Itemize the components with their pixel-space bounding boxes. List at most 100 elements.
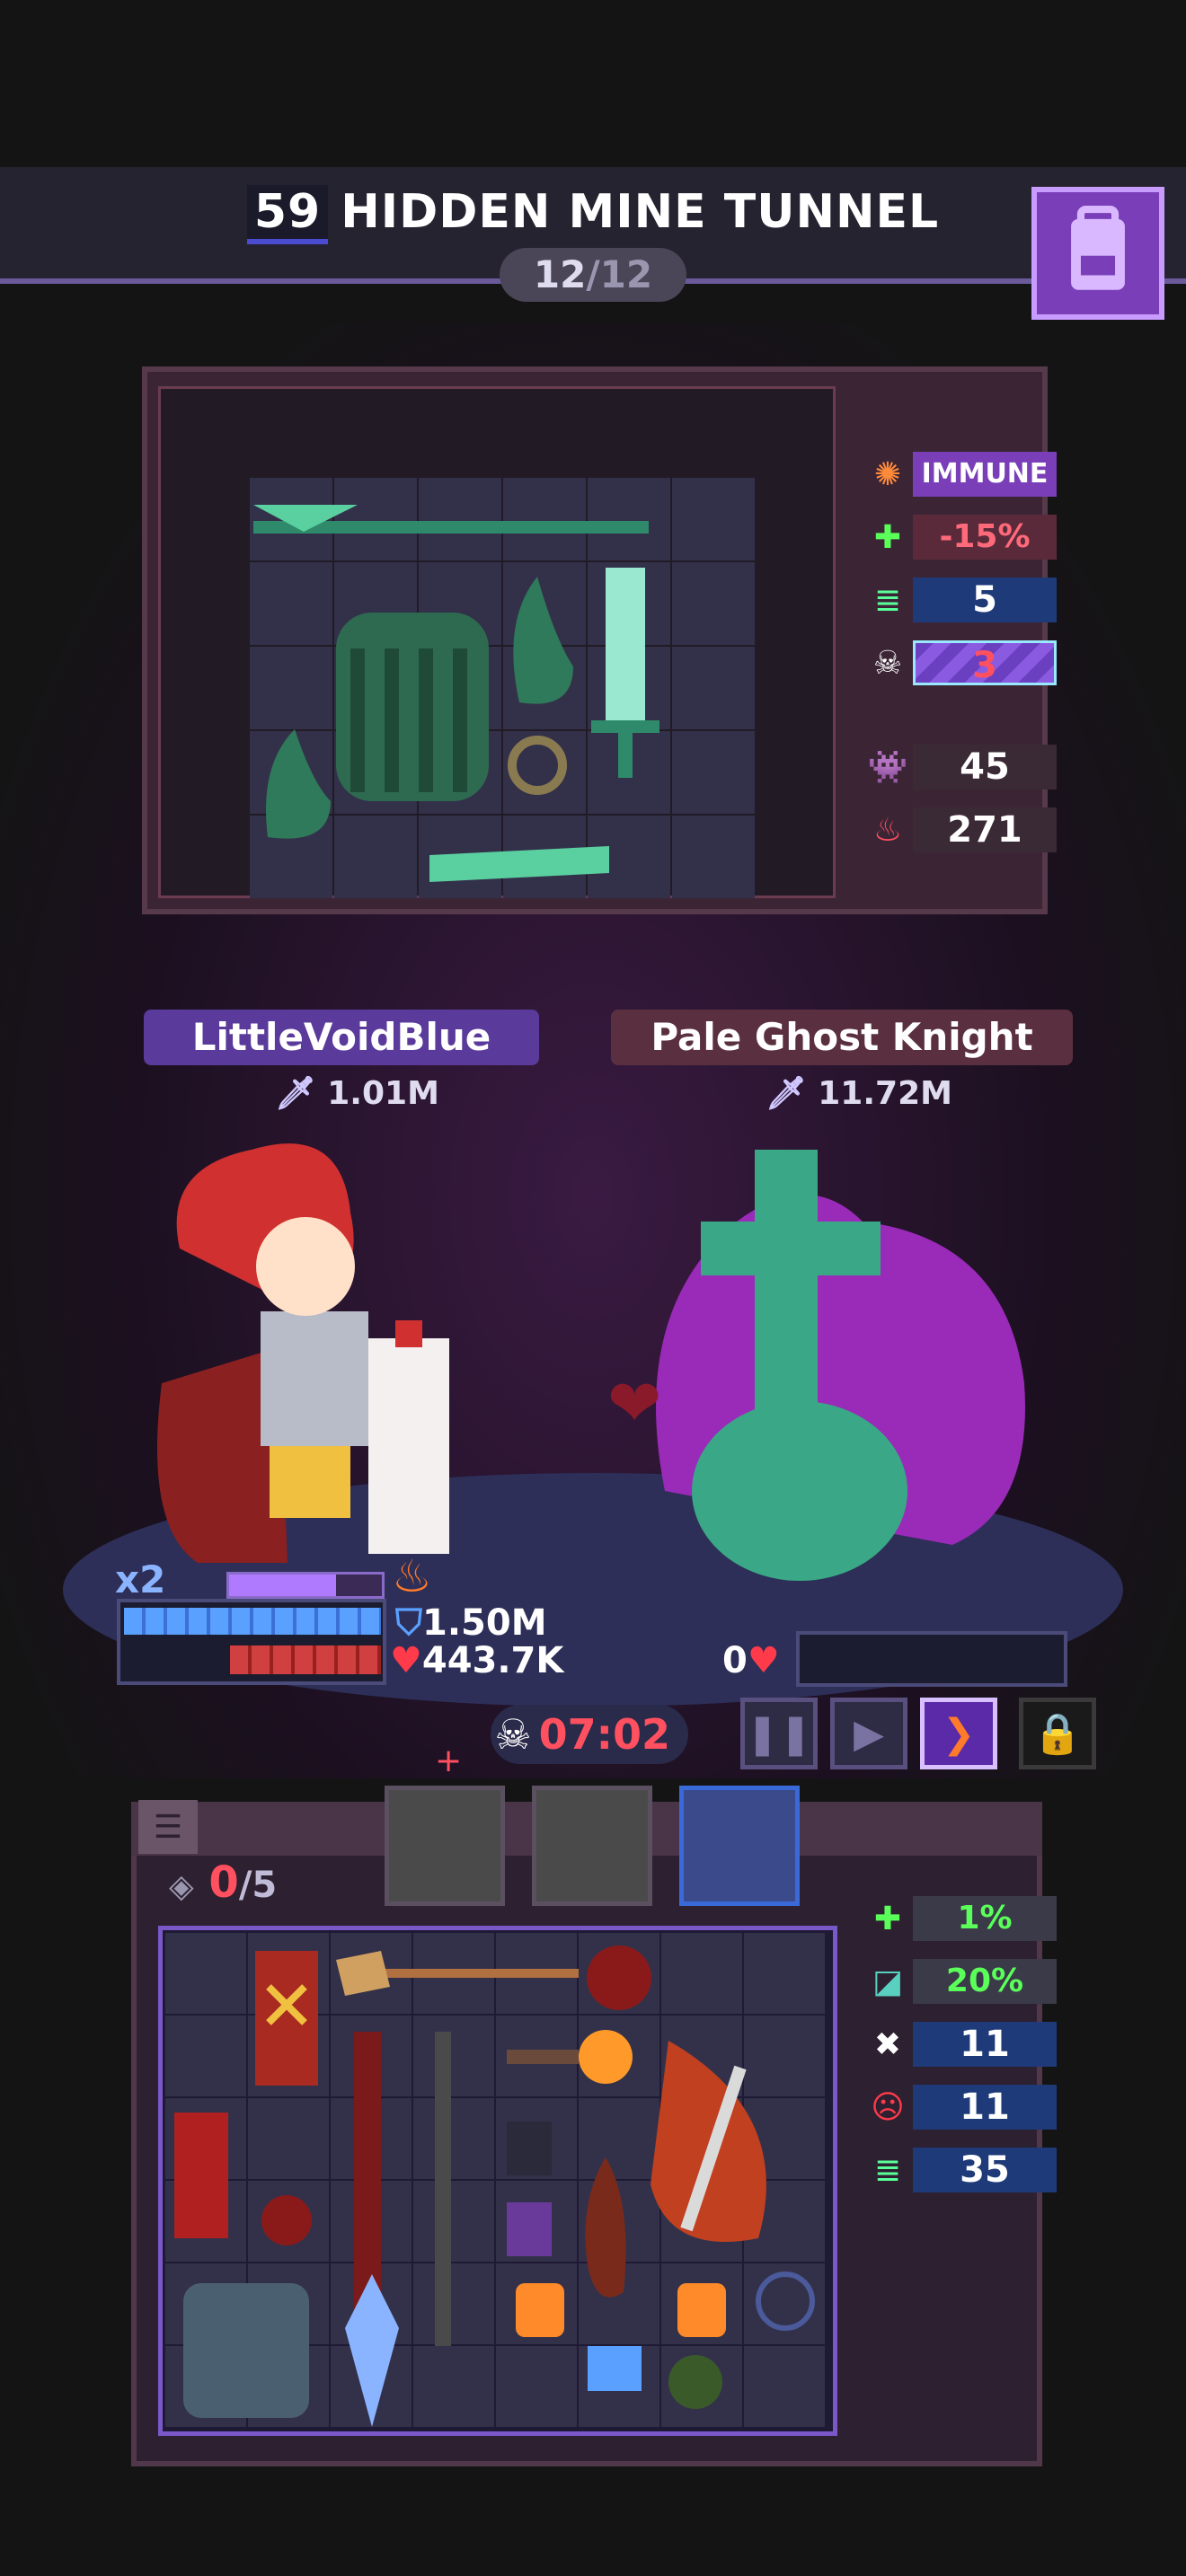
player-stat-value: 1% bbox=[913, 1896, 1057, 1941]
torch-icon bbox=[507, 2030, 633, 2084]
play-button[interactable]: ▶ bbox=[830, 1698, 907, 1769]
enemy-attack-value: 11.72M bbox=[818, 1075, 952, 1112]
enemy-items bbox=[253, 505, 659, 882]
locked-speed-button[interactable]: 🔒 bbox=[1019, 1698, 1096, 1769]
backpack-icon bbox=[1071, 205, 1125, 290]
shield-icon: ⛉ bbox=[395, 1602, 422, 1644]
player-stat-value: 20% bbox=[913, 1959, 1057, 2004]
rage-icon: ☹ bbox=[871, 2088, 905, 2126]
crit-icon: ✖ bbox=[873, 2025, 902, 2063]
enemy-stat-immune: ✺ IMMUNE bbox=[863, 449, 1060, 499]
capacity-max: /5 bbox=[238, 1865, 278, 1906]
cage-icon bbox=[336, 613, 489, 801]
heal-icon: ✚ bbox=[873, 1900, 902, 1937]
gem-icon: ◈ bbox=[169, 1868, 194, 1905]
player-attack-value: 1.01M bbox=[327, 1075, 439, 1112]
player-shield-value: 1.50M bbox=[422, 1602, 547, 1644]
hero-tab-2[interactable] bbox=[532, 1786, 652, 1906]
sword-icon bbox=[591, 568, 659, 778]
lifesteal-icon: ◪ bbox=[872, 1963, 903, 2000]
player-hp-value: 443.7K bbox=[421, 1640, 564, 1681]
enemy-attack: 🗡 11.72M bbox=[766, 1074, 952, 1112]
immune-icon: ✺ bbox=[873, 455, 902, 493]
glove-icon bbox=[588, 2346, 642, 2391]
enemy-count-monsters: 👾 45 bbox=[863, 742, 1060, 792]
player-stat-heal: ✚ 1% bbox=[863, 1893, 1060, 1944]
damage-multiplier: x2 bbox=[115, 1557, 166, 1601]
player-attack: 🗡 1.01M bbox=[275, 1074, 439, 1112]
banner-icon bbox=[255, 1951, 318, 2086]
enemy-stat-value: IMMUNE bbox=[913, 452, 1057, 497]
wave-progress: 12/12 bbox=[500, 248, 686, 302]
hero-tab-3[interactable] bbox=[679, 1786, 800, 1906]
sword-icon: 🗡 bbox=[766, 1075, 807, 1112]
stage-level: 59 bbox=[246, 185, 329, 244]
enemy-stat-value: 3 bbox=[913, 640, 1057, 686]
play-icon: ▶ bbox=[854, 1710, 884, 1757]
orb-icon bbox=[756, 2272, 815, 2331]
player-stat-speed: ≣ 35 bbox=[863, 2145, 1060, 2195]
speed-icon: ≣ bbox=[873, 581, 902, 619]
spear-icon bbox=[435, 2032, 451, 2346]
enemy-stat-speed: ≣ 5 bbox=[863, 575, 1060, 625]
sack-icon: ♨ bbox=[872, 811, 903, 849]
enemy-stat-heal-reduction: ✚ -15% bbox=[863, 512, 1060, 562]
enemy-character bbox=[656, 1150, 1025, 1581]
menu-list-button[interactable]: ☰ bbox=[138, 1800, 198, 1854]
ice-crystal-icon bbox=[345, 2274, 399, 2427]
enemy-hp-bar bbox=[796, 1631, 1067, 1687]
skull-icon: ☠ bbox=[872, 644, 903, 682]
enemy-nameplate: Pale Ghost Knight bbox=[611, 1010, 1073, 1065]
hero-tab-1[interactable] bbox=[385, 1786, 505, 1906]
backpack-button[interactable] bbox=[1031, 187, 1164, 320]
flame-sword-icon bbox=[585, 2157, 626, 2298]
enemy-hp: 0♥ bbox=[722, 1640, 780, 1681]
wave-current: 12 bbox=[533, 252, 587, 296]
red-staff-icon bbox=[354, 2032, 381, 2319]
pause-icon: ❚❚ bbox=[746, 1710, 812, 1757]
monster-icon: 👾 bbox=[867, 749, 908, 786]
inventory-items bbox=[174, 1945, 815, 2427]
player-stat-lifesteal: ◪ 20% bbox=[863, 1956, 1060, 2007]
wave-separator: / bbox=[586, 252, 600, 296]
player-stat-value: 11 bbox=[913, 2022, 1057, 2067]
player-nameplate: LittleVoidBlue bbox=[144, 1010, 539, 1065]
player-hp: ♥443.7K bbox=[390, 1640, 563, 1681]
heart-icon: ♥ bbox=[390, 1640, 422, 1681]
heart-icon: ♥ bbox=[747, 1640, 780, 1681]
skull-icon: ☠ bbox=[494, 1710, 532, 1759]
sword-icon: 🗡 bbox=[275, 1075, 316, 1112]
fire-buff-icon: ♨ bbox=[392, 1550, 432, 1602]
battle-timer: ☠ 07:02 bbox=[491, 1705, 688, 1764]
plus-icon: + bbox=[435, 1742, 463, 1779]
ring-icon bbox=[508, 736, 567, 795]
bomb-icon bbox=[587, 1945, 651, 2010]
enemy-stat-skull: ☠ 3 bbox=[863, 638, 1060, 688]
player-energy-bar bbox=[226, 1572, 385, 1599]
sickle-icon bbox=[253, 505, 649, 534]
stage-title: 59 HIDDEN MINE TUNNEL bbox=[0, 185, 1186, 244]
player-stats: ✚ 1% ◪ 20% ✖ 11 ☹ 11 ≣ 35 bbox=[863, 1893, 1060, 2195]
enemy-count-value: 45 bbox=[913, 745, 1057, 790]
inventory-capacity: ◈ 0/5 bbox=[169, 1857, 277, 1908]
enemy-hp-value: 0 bbox=[722, 1640, 748, 1681]
player-stat-rage: ☹ 11 bbox=[863, 2082, 1060, 2132]
cat-pot-icon bbox=[507, 2122, 552, 2256]
armor-icon bbox=[183, 2283, 309, 2418]
lock-icon: 🔒 bbox=[1032, 1711, 1083, 1757]
fast-forward-button[interactable]: ❯ bbox=[920, 1698, 997, 1769]
player-stat-value: 11 bbox=[913, 2085, 1057, 2130]
pause-button[interactable]: ❚❚ bbox=[740, 1698, 818, 1769]
enemy-stat-value: 5 bbox=[913, 578, 1057, 622]
list-icon: ☰ bbox=[153, 1808, 183, 1846]
capacity-current: 0 bbox=[208, 1857, 239, 1908]
speed-icon: ≣ bbox=[873, 2151, 902, 2189]
heal-reduction-icon: ✚ bbox=[873, 518, 902, 556]
blade-icon bbox=[429, 846, 609, 882]
stage-name: HIDDEN MINE TUNNEL bbox=[341, 185, 940, 239]
enemy-count-value: 271 bbox=[913, 807, 1057, 852]
broken-heart-icon: ❤ bbox=[607, 1365, 662, 1441]
player-hp-bar bbox=[230, 1645, 381, 1674]
demon-blade-icon bbox=[651, 2041, 766, 2242]
player-character bbox=[157, 1143, 449, 1563]
